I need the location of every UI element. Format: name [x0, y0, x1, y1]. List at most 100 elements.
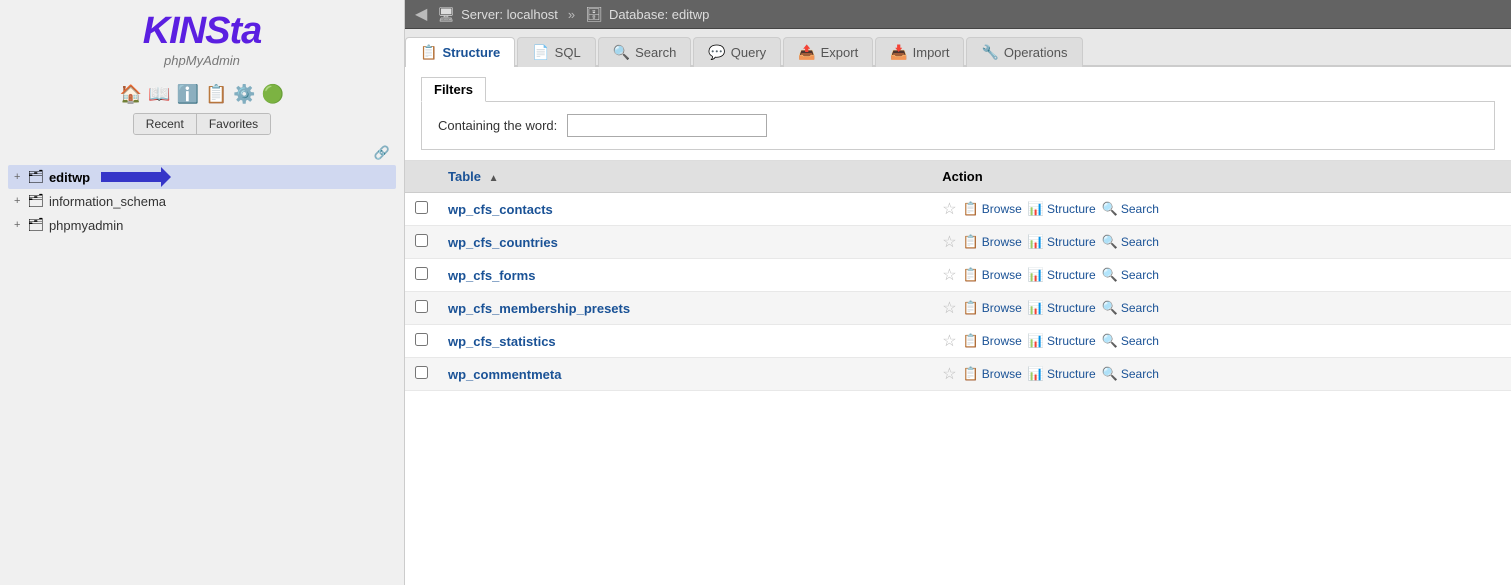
table-name-link[interactable]: wp_commentmeta: [448, 367, 561, 382]
copy-icon[interactable]: 📋: [205, 84, 227, 105]
db-item-editwp[interactable]: + 🗂 editwp: [8, 165, 396, 189]
table-name-cell: wp_cfs_countries: [438, 226, 932, 259]
browse-icon: 📋: [963, 234, 979, 250]
browse-icon: 📋: [963, 267, 979, 283]
row-checkbox-cell: [405, 358, 438, 391]
row-checkbox[interactable]: [415, 333, 428, 346]
search-label: Search: [1121, 202, 1159, 216]
tab-query[interactable]: 💬 Query: [693, 37, 781, 67]
browse-button[interactable]: 📋 Browse: [963, 201, 1022, 217]
row-checkbox[interactable]: [415, 267, 428, 280]
table-name-link[interactable]: wp_cfs_statistics: [448, 334, 556, 349]
structure-button[interactable]: 📊 Structure: [1028, 300, 1096, 316]
structure-button[interactable]: 📊 Structure: [1028, 366, 1096, 382]
row-checkbox[interactable]: [415, 300, 428, 313]
row-checkbox[interactable]: [415, 201, 428, 214]
search-label: Search: [1121, 367, 1159, 381]
favorites-button[interactable]: Favorites: [197, 114, 270, 134]
search-label: Search: [1121, 334, 1159, 348]
structure-label: Structure: [1047, 367, 1096, 381]
logo-area: KINSta phpMyAdmin: [143, 10, 262, 68]
search-icon: 🔍: [1102, 267, 1118, 283]
sidebar: KINSta phpMyAdmin 🏠 📖 ℹ️ 📋 ⚙️ 🟢 Recent F…: [0, 0, 405, 585]
row-checkbox[interactable]: [415, 366, 428, 379]
search-button[interactable]: 🔍 Search: [1102, 333, 1159, 349]
expand-icon-info-schema: +: [14, 195, 20, 207]
search-button[interactable]: 🔍 Search: [1102, 201, 1159, 217]
info-icon[interactable]: ℹ️: [177, 84, 199, 105]
phpmyadmin-label: phpMyAdmin: [143, 53, 262, 68]
book-icon[interactable]: 📖: [148, 84, 170, 105]
structure-button[interactable]: 📊 Structure: [1028, 201, 1096, 217]
star-icon[interactable]: ☆: [942, 265, 956, 285]
table-name-link[interactable]: wp_cfs_countries: [448, 235, 558, 250]
star-icon[interactable]: ☆: [942, 298, 956, 318]
table-name-cell: wp_cfs_statistics: [438, 325, 932, 358]
search-label: Search: [1121, 268, 1159, 282]
exit-icon[interactable]: 🟢: [262, 84, 284, 105]
tab-search[interactable]: 🔍 Search: [598, 37, 692, 67]
table-name-link[interactable]: wp_cfs_forms: [448, 268, 535, 283]
row-checkbox-cell: [405, 226, 438, 259]
star-icon[interactable]: ☆: [942, 232, 956, 252]
expand-icon-phpmyadmin: +: [14, 219, 20, 231]
row-checkbox-cell: [405, 292, 438, 325]
search-icon: 🔍: [1102, 300, 1118, 316]
tab-export[interactable]: 📤 Export: [783, 37, 873, 67]
tab-query-label: Query: [731, 45, 766, 60]
star-icon[interactable]: ☆: [942, 199, 956, 219]
browse-button[interactable]: 📋 Browse: [963, 267, 1022, 283]
search-button[interactable]: 🔍 Search: [1102, 300, 1159, 316]
search-button[interactable]: 🔍 Search: [1102, 234, 1159, 250]
table-name-cell: wp_commentmeta: [438, 358, 932, 391]
server-label: Server: localhost: [461, 7, 558, 22]
star-icon[interactable]: ☆: [942, 331, 956, 351]
tab-sql[interactable]: 📄 SQL: [517, 37, 595, 67]
tab-import[interactable]: 📥 Import: [875, 37, 964, 67]
folder-icon-info-schema: 🗂: [27, 193, 44, 209]
row-checkbox[interactable]: [415, 234, 428, 247]
structure-label: Structure: [1047, 334, 1096, 348]
table-name-link[interactable]: wp_cfs_contacts: [448, 202, 553, 217]
expand-icon-editwp: +: [14, 171, 20, 183]
settings-icon[interactable]: ⚙️: [233, 84, 255, 105]
structure-icon: 📊: [1028, 234, 1044, 250]
home-icon[interactable]: 🏠: [120, 84, 142, 105]
table-name-cell: wp_cfs_forms: [438, 259, 932, 292]
browse-label: Browse: [982, 334, 1022, 348]
search-button[interactable]: 🔍 Search: [1102, 366, 1159, 382]
col-header-check: [405, 161, 438, 193]
col-header-table[interactable]: Table ▲: [438, 161, 932, 193]
search-button[interactable]: 🔍 Search: [1102, 267, 1159, 283]
db-item-information-schema[interactable]: + 🗂 information_schema: [8, 189, 396, 213]
table-action-cell: ☆ 📋 Browse 📊 Structure 🔍 Search: [932, 325, 1511, 358]
db-item-phpmyadmin[interactable]: + 🗂 phpmyadmin: [8, 213, 396, 237]
search-icon: 🔍: [1102, 333, 1118, 349]
browse-button[interactable]: 📋 Browse: [963, 366, 1022, 382]
browse-button[interactable]: 📋 Browse: [963, 300, 1022, 316]
breadcrumb-bar: ◀ 🖥 Server: localhost » 🗄 Database: edit…: [405, 0, 1511, 29]
tab-sql-label: SQL: [555, 45, 581, 60]
search-icon: 🔍: [1102, 201, 1118, 217]
export-tab-icon: 📤: [798, 44, 815, 61]
browse-button[interactable]: 📋 Browse: [963, 333, 1022, 349]
star-icon[interactable]: ☆: [942, 364, 956, 384]
tab-operations[interactable]: 🔧 Operations: [966, 37, 1082, 67]
tab-structure[interactable]: 📋 Structure: [405, 37, 515, 67]
table-name-link[interactable]: wp_cfs_membership_presets: [448, 301, 630, 316]
browse-button[interactable]: 📋 Browse: [963, 234, 1022, 250]
browse-icon: 📋: [963, 333, 979, 349]
structure-button[interactable]: 📊 Structure: [1028, 234, 1096, 250]
structure-button[interactable]: 📊 Structure: [1028, 267, 1096, 283]
filters-section: Filters Containing the word:: [405, 67, 1511, 161]
back-button[interactable]: ◀: [415, 4, 427, 24]
filters-tab[interactable]: Filters: [421, 77, 486, 102]
structure-button[interactable]: 📊 Structure: [1028, 333, 1096, 349]
recent-button[interactable]: Recent: [134, 114, 197, 134]
filter-input[interactable]: [567, 114, 767, 137]
db-name-editwp: editwp: [49, 170, 90, 185]
row-checkbox-cell: [405, 193, 438, 226]
folder-icon-phpmyadmin: 🗂: [27, 217, 44, 233]
table-row: wp_cfs_contacts ☆ 📋 Browse 📊 Structure 🔍…: [405, 193, 1511, 226]
filters-content: Containing the word:: [421, 101, 1495, 150]
